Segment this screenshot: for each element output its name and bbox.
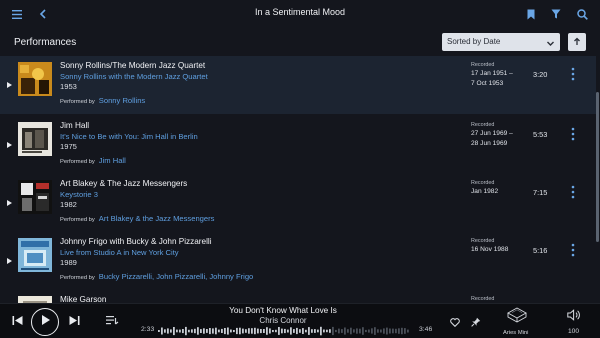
performances-list: Sonny Rollins/The Modern Jazz Quartet So… <box>0 56 600 303</box>
volume-level: 100 <box>568 328 580 335</box>
more-options-icon[interactable] <box>568 66 578 82</box>
recorded-date: 27 Jun 1969 – 28 Jun 1969 <box>471 129 513 148</box>
device-name: Aries Mini <box>503 330 529 336</box>
more-options-icon[interactable] <box>568 242 578 258</box>
performed-by-label: Performed by <box>60 217 95 223</box>
favorite-button[interactable] <box>449 317 461 329</box>
play-icon[interactable] <box>6 76 13 88</box>
recorded-date-line: 28 Jun 1969 <box>471 139 508 147</box>
recorded-label: Recorded <box>471 296 495 302</box>
duration: 7:15 <box>533 188 548 197</box>
device-button[interactable] <box>505 306 529 328</box>
duration: 3:20 <box>533 70 548 79</box>
recorded-label: Recorded <box>471 122 495 128</box>
recorded-label: Recorded <box>471 238 495 244</box>
performed-by: Performed by Art Blakey & the Jazz Messen… <box>60 214 214 223</box>
recorded-date: Jan 1982 <box>471 187 498 197</box>
sort-dropdown[interactable]: Sorted by Date <box>442 33 560 51</box>
streamer-device-icon <box>506 305 528 330</box>
artist-name: Art Blakey & The Jazz Messengers <box>60 179 188 188</box>
performed-by-label: Performed by <box>60 99 95 105</box>
seek-waveform[interactable] <box>158 326 410 336</box>
artist-name: Mike Garson <box>60 295 107 303</box>
album-art <box>18 122 52 156</box>
artist-name: Jim Hall <box>60 121 90 130</box>
sort-selected-label: Sorted by Date <box>447 37 501 46</box>
heart-icon <box>450 314 460 332</box>
volume-button[interactable] <box>566 308 582 326</box>
recorded-date-line: 17 Jan 1951 – <box>471 70 513 77</box>
recorded-label: Recorded <box>471 62 495 68</box>
recorded-date-line: 16 Nov 1988 <box>471 246 509 253</box>
more-options-icon[interactable] <box>568 126 578 142</box>
release-year: 1953 <box>60 82 77 91</box>
performed-by: Performed by Bucky Pizzarelli, John Pizza… <box>60 272 253 281</box>
bookmark-icon[interactable] <box>523 6 539 22</box>
performed-by-label: Performed by <box>60 275 95 281</box>
recorded-date-line: 7 Oct 1953 <box>471 79 504 87</box>
release-year: 1982 <box>60 200 77 209</box>
duration: 5:53 <box>533 130 548 139</box>
volume-icon <box>567 308 581 326</box>
pin-icon <box>471 314 481 332</box>
album-link[interactable]: Sonny Rollins with the Modern Jazz Quart… <box>60 72 208 81</box>
release-year: 1975 <box>60 142 77 151</box>
performer-link[interactable]: Sonny Rollins <box>99 96 145 105</box>
recorded-date: 17 Jan 1951 – 7 Oct 1953 <box>471 69 513 88</box>
performer-link[interactable]: Jim Hall <box>99 156 126 165</box>
performed-by-label: Performed by <box>60 159 95 165</box>
recorded-date: 16 Nov 1988 <box>471 245 508 255</box>
recorded-date-line: 27 Jun 1969 – <box>471 130 513 137</box>
album-link[interactable]: Live from Studio A in New York City <box>60 248 179 257</box>
list-scrollbar[interactable] <box>596 92 599 242</box>
page-title: In a Sentimental Mood <box>254 7 346 17</box>
album-art <box>18 296 52 303</box>
top-bar: In a Sentimental Mood <box>0 0 600 28</box>
release-year: 1989 <box>60 258 77 267</box>
sort-direction-button[interactable] <box>568 33 586 51</box>
recorded-label: Recorded <box>471 180 495 186</box>
now-playing-title: You Don't Know What Love Is <box>229 306 337 315</box>
recorded-date-line: Jan 1982 <box>471 188 499 195</box>
list-item[interactable]: Jim Hall It's Nice to Be with You: Jim H… <box>0 116 596 174</box>
performer-link[interactable]: Bucky Pizzarelli, John Pizzarelli, Johnn… <box>99 272 253 281</box>
performed-by: Performed by Jim Hall <box>60 156 126 165</box>
play-icon[interactable] <box>6 194 13 206</box>
performer-link[interactable]: Art Blakey & the Jazz Messengers <box>99 214 215 223</box>
album-art <box>18 238 52 272</box>
album-art <box>18 62 52 96</box>
list-item[interactable]: Art Blakey & The Jazz Messengers Keystor… <box>0 174 596 232</box>
total-time: 3:46 <box>419 326 433 333</box>
chevron-down-icon <box>546 37 555 55</box>
list-item[interactable]: Mike Garson Recorded <box>0 290 596 303</box>
artist-name: Sonny Rollins/The Modern Jazz Quartet <box>60 61 206 70</box>
player-bar: You Don't Know What Love Is Chris Connor… <box>0 303 600 338</box>
list-item[interactable]: Johnny Frigo with Bucky & John Pizzarell… <box>0 232 596 290</box>
search-icon[interactable] <box>574 6 590 22</box>
arrow-up-icon <box>573 33 581 51</box>
album-link[interactable]: It's Nice to Be with You: Jim Hall in Be… <box>60 132 198 141</box>
artist-name: Johnny Frigo with Bucky & John Pizzarell… <box>60 237 212 246</box>
play-icon[interactable] <box>6 252 13 264</box>
elapsed-time: 2:33 <box>141 326 155 333</box>
pin-button[interactable] <box>470 317 482 329</box>
performed-by: Performed by Sonny Rollins <box>60 96 145 105</box>
duration: 5:16 <box>533 246 548 255</box>
more-options-icon[interactable] <box>568 184 578 200</box>
album-link[interactable]: Keystorie 3 <box>60 190 98 199</box>
play-icon[interactable] <box>6 136 13 148</box>
list-item[interactable]: Sonny Rollins/The Modern Jazz Quartet So… <box>0 56 596 114</box>
section-title: Performances <box>14 37 77 48</box>
album-art <box>18 180 52 214</box>
filter-icon[interactable] <box>548 6 564 22</box>
